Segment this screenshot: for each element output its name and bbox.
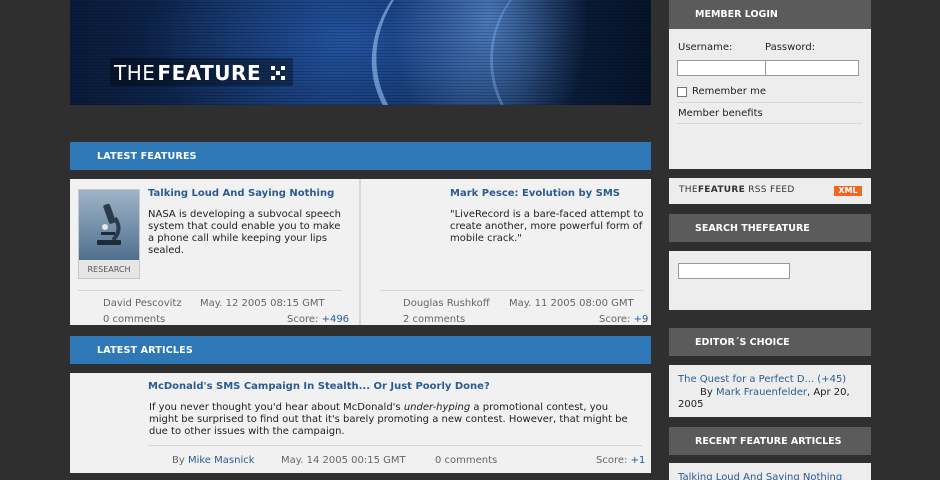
author-link[interactable]: Mark Frauenfelder	[716, 387, 807, 398]
feature-card: RESEARCH Talking Loud And Saying Nothing…	[70, 179, 350, 325]
site-logo[interactable]: THE FEATURE	[110, 58, 294, 86]
xml-badge-icon: XML	[834, 186, 862, 196]
rss-feed-label: THEFEATURE RSS FEED	[679, 185, 795, 195]
password-label: Password:	[765, 42, 816, 53]
logo-dots-icon	[271, 66, 286, 80]
latest-features-heading: LATEST FEATURES	[70, 142, 651, 170]
score-display: Score: +9	[599, 314, 648, 325]
feature-summary: "LiveRecord is a bare-faced attempt to c…	[450, 209, 644, 244]
search-input[interactable]	[678, 263, 790, 279]
editors-choice-box: The Quest for a Perfect D... (+45) By Ma…	[669, 365, 871, 417]
member-benefits-link[interactable]: Member benefits	[678, 108, 763, 119]
divider	[78, 290, 342, 291]
author-link[interactable]: David Pescovitz	[103, 298, 182, 309]
score-label: Score:	[596, 455, 628, 466]
post-date: May. 14 2005 00:15 GMT	[281, 455, 406, 466]
rss-feed-link[interactable]: THEFEATURE RSS FEED XML	[669, 178, 871, 204]
search-box	[669, 251, 871, 310]
remember-me-checkbox[interactable]	[677, 87, 687, 97]
comments-link[interactable]: 0 comments	[103, 314, 165, 325]
logo-text-thin: THE	[114, 61, 156, 85]
member-login-box: Username: Password: Remember me Member b…	[669, 29, 871, 169]
recent-feature-articles-heading: RECENT FEATURE ARTICLES	[669, 427, 871, 455]
score-link[interactable]: +9	[634, 314, 649, 325]
score-link[interactable]: +1	[631, 455, 646, 466]
author-link[interactable]: Mike Masnick	[188, 455, 255, 466]
password-input[interactable]	[765, 60, 859, 76]
score-label: Score:	[287, 314, 319, 325]
post-date: May. 12 2005 08:15 GMT	[200, 298, 325, 309]
remember-me-label: Remember me	[692, 86, 766, 97]
username-label: Username:	[678, 42, 733, 53]
recent-article-link[interactable]: Talking Loud And Saying Nothing	[678, 472, 842, 480]
divider	[148, 445, 642, 446]
member-login-heading: MEMBER LOGIN	[669, 0, 871, 29]
banner-swoosh-secondary	[474, 0, 651, 105]
editors-choice-byline: By Mark Frauenfelder, Apr 20, 2005	[678, 387, 850, 410]
editors-choice-heading: EDITOR´S CHOICE	[669, 328, 871, 356]
comments-link[interactable]: 2 comments	[403, 314, 465, 325]
logo-text-bold: FEATURE	[157, 61, 262, 85]
editors-choice-link[interactable]: The Quest for a Perfect D... (+45)	[678, 374, 846, 385]
score-label: Score:	[599, 314, 631, 325]
header-banner: THE FEATURE	[70, 0, 651, 105]
score-display: Score: +1	[596, 455, 645, 466]
feature-title-link[interactable]: Talking Loud And Saying Nothing	[148, 188, 334, 199]
article-title-link[interactable]: McDonald's SMS Campaign In Stealth... Or…	[148, 381, 490, 392]
score-link[interactable]: +496	[322, 314, 349, 325]
article-byline: By Mike Masnick	[172, 455, 255, 466]
divider	[380, 290, 644, 291]
search-heading: SEARCH THEFEATURE	[669, 214, 871, 242]
comments-link[interactable]: 0 comments	[435, 455, 497, 466]
feature-card: Mark Pesce: Evolution by SMS "LiveRecord…	[372, 179, 651, 325]
feature-thumbnail[interactable]: RESEARCH	[78, 189, 140, 279]
divider	[677, 102, 862, 103]
author-link[interactable]: Douglas Rushkoff	[403, 298, 490, 309]
username-input[interactable]	[677, 60, 766, 76]
microscope-icon	[79, 190, 139, 260]
post-date: May. 11 2005 08:00 GMT	[509, 298, 634, 309]
article-card: McDonald's SMS Campaign In Stealth... Or…	[70, 373, 651, 473]
score-display: Score: +496	[287, 314, 349, 325]
thumbnail-caption: RESEARCH	[87, 265, 131, 274]
feature-title-link[interactable]: Mark Pesce: Evolution by SMS	[450, 188, 620, 199]
feature-column-separator	[350, 179, 372, 325]
feature-summary: NASA is developing a subvocal speech sys…	[148, 209, 342, 256]
latest-articles-heading: LATEST ARTICLES	[70, 336, 651, 364]
article-summary: If you never thought you'd hear about Mc…	[149, 402, 628, 437]
divider	[677, 123, 862, 124]
recent-feature-articles-box: Talking Loud And Saying Nothing	[669, 463, 871, 480]
